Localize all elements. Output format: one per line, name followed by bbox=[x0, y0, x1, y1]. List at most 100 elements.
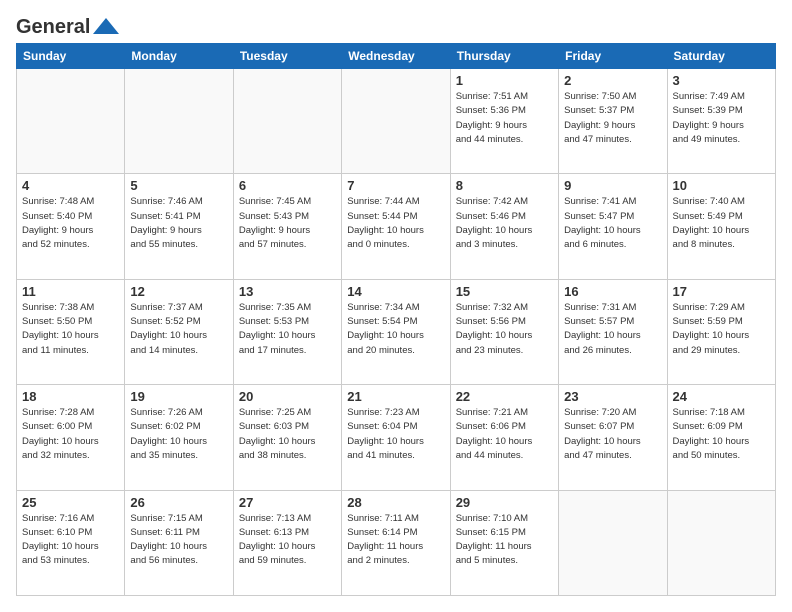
day-number: 8 bbox=[456, 178, 553, 193]
day-number: 9 bbox=[564, 178, 661, 193]
day-info: Sunrise: 7:16 AM Sunset: 6:10 PM Dayligh… bbox=[22, 512, 119, 569]
calendar-cell: 18 Sunrise: 7:28 AM Sunset: 6:00 PM Dayli… bbox=[17, 385, 125, 490]
day-info: Sunrise: 7:48 AM Sunset: 5:40 PM Dayligh… bbox=[22, 195, 119, 252]
day-number: 27 bbox=[239, 495, 336, 510]
day-number: 5 bbox=[130, 178, 227, 193]
day-info: Sunrise: 7:34 AM Sunset: 5:54 PM Dayligh… bbox=[347, 301, 444, 358]
calendar-cell: 13 Sunrise: 7:35 AM Sunset: 5:53 PM Dayli… bbox=[233, 279, 341, 384]
page: General SundayMondayTuesdayWednesdayThur… bbox=[0, 0, 792, 612]
day-info: Sunrise: 7:21 AM Sunset: 6:06 PM Dayligh… bbox=[456, 406, 553, 463]
day-info: Sunrise: 7:49 AM Sunset: 5:39 PM Dayligh… bbox=[673, 90, 770, 147]
calendar-cell: 17Sunrise: 7:29 AM Sunset: 5:59 PM Dayli… bbox=[667, 279, 775, 384]
calendar-cell: 5 Sunrise: 7:46 AM Sunset: 5:41 PM Daylig… bbox=[125, 174, 233, 279]
calendar-cell: 27 Sunrise: 7:13 AM Sunset: 6:13 PM Dayli… bbox=[233, 490, 341, 595]
day-number: 14 bbox=[347, 284, 444, 299]
day-info: Sunrise: 7:10 AM Sunset: 6:15 PM Dayligh… bbox=[456, 512, 553, 569]
calendar-cell bbox=[559, 490, 667, 595]
calendar-cell: 24 Sunrise: 7:18 AM Sunset: 6:09 PM Dayli… bbox=[667, 385, 775, 490]
day-info: Sunrise: 7:15 AM Sunset: 6:11 PM Dayligh… bbox=[130, 512, 227, 569]
day-number: 18 bbox=[22, 389, 119, 404]
day-number: 22 bbox=[456, 389, 553, 404]
day-number: 28 bbox=[347, 495, 444, 510]
day-info: Sunrise: 7:18 AM Sunset: 6:09 PM Dayligh… bbox=[673, 406, 770, 463]
day-info: Sunrise: 7:25 AM Sunset: 6:03 PM Dayligh… bbox=[239, 406, 336, 463]
day-number: 26 bbox=[130, 495, 227, 510]
calendar-cell bbox=[667, 490, 775, 595]
day-number: 16 bbox=[564, 284, 661, 299]
calendar-cell: 3Sunrise: 7:49 AM Sunset: 5:39 PM Daylig… bbox=[667, 69, 775, 174]
calendar-cell: 28Sunrise: 7:11 AM Sunset: 6:14 PM Dayli… bbox=[342, 490, 450, 595]
day-number: 7 bbox=[347, 178, 444, 193]
day-number: 13 bbox=[239, 284, 336, 299]
weekday-header-friday: Friday bbox=[559, 44, 667, 69]
calendar-cell: 11 Sunrise: 7:38 AM Sunset: 5:50 PM Dayli… bbox=[17, 279, 125, 384]
calendar-cell: 6 Sunrise: 7:45 AM Sunset: 5:43 PM Daylig… bbox=[233, 174, 341, 279]
calendar-cell: 10 Sunrise: 7:40 AM Sunset: 5:49 PM Dayli… bbox=[667, 174, 775, 279]
day-info: Sunrise: 7:50 AM Sunset: 5:37 PM Dayligh… bbox=[564, 90, 661, 147]
day-info: Sunrise: 7:20 AM Sunset: 6:07 PM Dayligh… bbox=[564, 406, 661, 463]
calendar-cell bbox=[125, 69, 233, 174]
calendar-cell: 8 Sunrise: 7:42 AM Sunset: 5:46 PM Daylig… bbox=[450, 174, 558, 279]
weekday-header-wednesday: Wednesday bbox=[342, 44, 450, 69]
day-info: Sunrise: 7:40 AM Sunset: 5:49 PM Dayligh… bbox=[673, 195, 770, 252]
day-number: 29 bbox=[456, 495, 553, 510]
weekday-header-tuesday: Tuesday bbox=[233, 44, 341, 69]
day-number: 19 bbox=[130, 389, 227, 404]
logo-text: General bbox=[16, 16, 90, 39]
calendar-cell: 12 Sunrise: 7:37 AM Sunset: 5:52 PM Dayli… bbox=[125, 279, 233, 384]
day-number: 15 bbox=[456, 284, 553, 299]
calendar-cell: 15 Sunrise: 7:32 AM Sunset: 5:56 PM Dayli… bbox=[450, 279, 558, 384]
header: General bbox=[16, 16, 776, 35]
calendar-cell: 4 Sunrise: 7:48 AM Sunset: 5:40 PM Daylig… bbox=[17, 174, 125, 279]
calendar-cell: 21 Sunrise: 7:23 AM Sunset: 6:04 PM Dayli… bbox=[342, 385, 450, 490]
weekday-header-saturday: Saturday bbox=[667, 44, 775, 69]
day-number: 4 bbox=[22, 178, 119, 193]
day-info: Sunrise: 7:42 AM Sunset: 5:46 PM Dayligh… bbox=[456, 195, 553, 252]
calendar-cell: 9Sunrise: 7:41 AM Sunset: 5:47 PM Daylig… bbox=[559, 174, 667, 279]
calendar-cell: 16 Sunrise: 7:31 AM Sunset: 5:57 PM Dayli… bbox=[559, 279, 667, 384]
weekday-header-sunday: Sunday bbox=[17, 44, 125, 69]
logo-icon bbox=[91, 14, 121, 38]
calendar-table: SundayMondayTuesdayWednesdayThursdayFrid… bbox=[16, 43, 776, 596]
weekday-header-monday: Monday bbox=[125, 44, 233, 69]
day-info: Sunrise: 7:31 AM Sunset: 5:57 PM Dayligh… bbox=[564, 301, 661, 358]
day-number: 17 bbox=[673, 284, 770, 299]
day-number: 12 bbox=[130, 284, 227, 299]
day-number: 20 bbox=[239, 389, 336, 404]
calendar-cell: 22 Sunrise: 7:21 AM Sunset: 6:06 PM Dayli… bbox=[450, 385, 558, 490]
calendar-cell: 1 Sunrise: 7:51 AM Sunset: 5:36 PM Daylig… bbox=[450, 69, 558, 174]
calendar-cell: 7 Sunrise: 7:44 AM Sunset: 5:44 PM Daylig… bbox=[342, 174, 450, 279]
calendar-cell: 19 Sunrise: 7:26 AM Sunset: 6:02 PM Dayli… bbox=[125, 385, 233, 490]
day-info: Sunrise: 7:46 AM Sunset: 5:41 PM Dayligh… bbox=[130, 195, 227, 252]
calendar-cell bbox=[233, 69, 341, 174]
calendar-cell: 26 Sunrise: 7:15 AM Sunset: 6:11 PM Dayli… bbox=[125, 490, 233, 595]
day-number: 1 bbox=[456, 73, 553, 88]
day-info: Sunrise: 7:38 AM Sunset: 5:50 PM Dayligh… bbox=[22, 301, 119, 358]
calendar-cell: 23 Sunrise: 7:20 AM Sunset: 6:07 PM Dayli… bbox=[559, 385, 667, 490]
day-info: Sunrise: 7:26 AM Sunset: 6:02 PM Dayligh… bbox=[130, 406, 227, 463]
day-number: 11 bbox=[22, 284, 119, 299]
day-info: Sunrise: 7:37 AM Sunset: 5:52 PM Dayligh… bbox=[130, 301, 227, 358]
day-number: 23 bbox=[564, 389, 661, 404]
calendar-cell bbox=[342, 69, 450, 174]
day-number: 6 bbox=[239, 178, 336, 193]
day-info: Sunrise: 7:45 AM Sunset: 5:43 PM Dayligh… bbox=[239, 195, 336, 252]
calendar-cell: 20 Sunrise: 7:25 AM Sunset: 6:03 PM Dayli… bbox=[233, 385, 341, 490]
day-info: Sunrise: 7:35 AM Sunset: 5:53 PM Dayligh… bbox=[239, 301, 336, 358]
day-info: Sunrise: 7:51 AM Sunset: 5:36 PM Dayligh… bbox=[456, 90, 553, 147]
day-number: 24 bbox=[673, 389, 770, 404]
calendar-cell: 29 Sunrise: 7:10 AM Sunset: 6:15 PM Dayli… bbox=[450, 490, 558, 595]
day-number: 2 bbox=[564, 73, 661, 88]
calendar-cell: 14 Sunrise: 7:34 AM Sunset: 5:54 PM Dayli… bbox=[342, 279, 450, 384]
day-info: Sunrise: 7:28 AM Sunset: 6:00 PM Dayligh… bbox=[22, 406, 119, 463]
day-info: Sunrise: 7:44 AM Sunset: 5:44 PM Dayligh… bbox=[347, 195, 444, 252]
day-info: Sunrise: 7:13 AM Sunset: 6:13 PM Dayligh… bbox=[239, 512, 336, 569]
weekday-header-thursday: Thursday bbox=[450, 44, 558, 69]
calendar-cell bbox=[17, 69, 125, 174]
day-info: Sunrise: 7:23 AM Sunset: 6:04 PM Dayligh… bbox=[347, 406, 444, 463]
calendar-cell: 2 Sunrise: 7:50 AM Sunset: 5:37 PM Daylig… bbox=[559, 69, 667, 174]
day-info: Sunrise: 7:32 AM Sunset: 5:56 PM Dayligh… bbox=[456, 301, 553, 358]
day-number: 10 bbox=[673, 178, 770, 193]
day-number: 25 bbox=[22, 495, 119, 510]
day-number: 21 bbox=[347, 389, 444, 404]
